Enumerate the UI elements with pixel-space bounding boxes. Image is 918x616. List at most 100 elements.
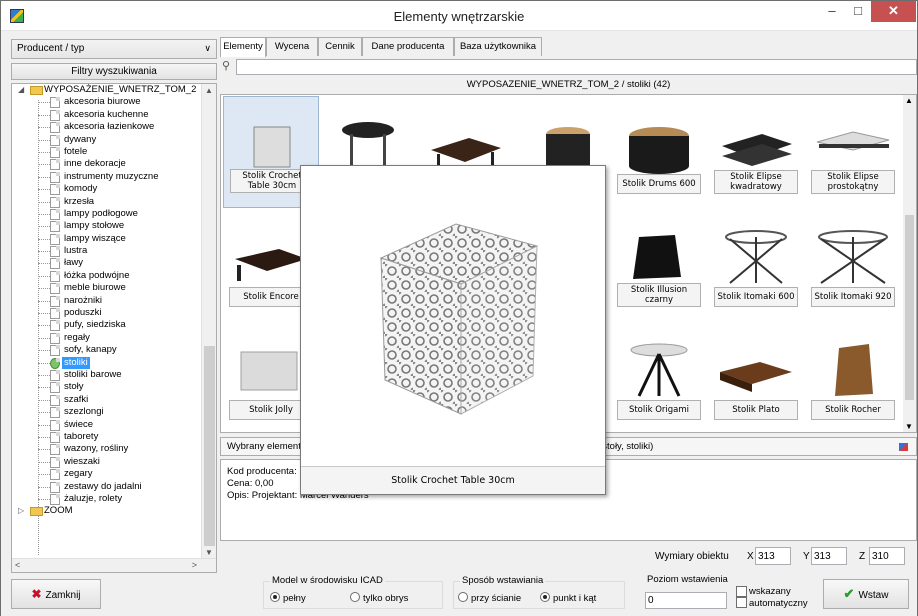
tree-vertical-scrollbar[interactable]: ▲ ▼: [201, 84, 216, 559]
tree-item[interactable]: fotele: [12, 146, 202, 158]
model-outline-radio[interactable]: tylko obrys: [350, 592, 408, 604]
tree-item[interactable]: inne dekoracje: [12, 158, 202, 171]
scroll-down-icon[interactable]: ▼: [205, 548, 213, 557]
tab-wycena[interactable]: Wycena: [266, 37, 318, 56]
tree-item-label: krzesła: [64, 195, 95, 207]
tree-item[interactable]: stoliki: [12, 356, 202, 369]
scroll-up-icon[interactable]: ▲: [905, 96, 913, 105]
grid-item[interactable]: Stolik Elipse kwadratowy: [708, 96, 804, 208]
tree-item-label: ławy: [64, 257, 84, 269]
insert-point-angle-label: punkt i kąt: [553, 593, 597, 604]
producer-type-combo[interactable]: Producent / typ ∨: [11, 39, 217, 59]
y-label: Y: [803, 551, 810, 562]
grid-scrollbar[interactable]: ▲ ▼: [903, 95, 916, 432]
tree-item[interactable]: lampy podłogowe: [12, 208, 202, 220]
tree-connector: [38, 449, 50, 451]
tree-item[interactable]: sofy, kanapy: [12, 344, 202, 357]
tree-item[interactable]: akcesoria biurowe: [12, 96, 202, 109]
tree-item[interactable]: stoły: [12, 381, 202, 394]
tab-elementy[interactable]: Elementy: [220, 37, 266, 57]
model-full-radio[interactable]: pełny: [270, 592, 306, 604]
search-filters-button[interactable]: Filtry wyszukiwania: [11, 63, 217, 80]
dim-x-input[interactable]: [755, 547, 791, 565]
tree-item[interactable]: dywany: [12, 134, 202, 146]
tree-item[interactable]: narożniki: [12, 295, 202, 307]
tree-item[interactable]: regały: [12, 332, 202, 344]
tree-item[interactable]: meble biurowe: [12, 282, 202, 295]
tree-item-label: pufy, siedziska: [64, 319, 126, 331]
tree-item[interactable]: akcesoria kuchenne: [12, 109, 202, 121]
tree-item[interactable]: ławy: [12, 257, 202, 270]
tree-item[interactable]: taborety: [12, 431, 202, 443]
tree-item-label: stoliki: [62, 356, 90, 369]
tab-cennik[interactable]: Cennik: [318, 37, 362, 56]
tree-item-label: lampy stołowe: [64, 220, 125, 232]
tree-item[interactable]: krzesła: [12, 196, 202, 208]
combo-value: Producent / typ: [17, 43, 85, 54]
insert-level-input[interactable]: [645, 592, 727, 609]
tree-item-label: zegary: [64, 468, 93, 480]
tree-item-label: akcesoria kuchenne: [64, 108, 149, 120]
tree-item-label: zestawy do jadalni: [64, 480, 142, 492]
tree-item[interactable]: łóżka podwójne: [12, 270, 202, 282]
file-icon: [50, 246, 60, 258]
grid-item[interactable]: Stolik Illusion czarny: [611, 209, 707, 321]
tree-item[interactable]: wazony, rośliny: [12, 443, 202, 456]
tree-item[interactable]: komody: [12, 183, 202, 196]
tree-root-zoom[interactable]: ▷ ZOOM: [12, 505, 202, 517]
tree-item[interactable]: stoliki barowe: [12, 369, 202, 381]
tree-item[interactable]: akcesoria łazienkowe: [12, 121, 202, 134]
window-title: Elementy wnętrzarskie: [393, 9, 525, 24]
grid-item[interactable]: Stolik Plato: [708, 322, 804, 432]
minimize-button[interactable]: –: [819, 1, 845, 22]
tree-item[interactable]: świece: [12, 419, 202, 431]
scroll-right-icon[interactable]: >: [192, 560, 197, 570]
category-tree[interactable]: ◢ WYPOSAŻENIE_WNETRZ_TOM_2 akcesoria biu…: [11, 83, 217, 573]
insert-wall-label: przy ścianie: [471, 593, 522, 604]
tab-baza-uzytkownika[interactable]: Baza użytkownika: [454, 37, 542, 56]
grid-item[interactable]: Stolik Rocher: [805, 322, 901, 432]
insert-level-group: Poziom wstawienia: [643, 574, 731, 611]
tree-horizontal-scrollbar[interactable]: < >: [12, 558, 216, 572]
tree-item[interactable]: szafki: [12, 394, 202, 406]
scroll-left-icon[interactable]: <: [15, 560, 20, 570]
model-group: Model w środowisku ICAD pełny tylko obry…: [263, 575, 443, 609]
grid-item[interactable]: Stolik Itomaki 600: [708, 209, 804, 321]
tree-item[interactable]: lampy wiszące: [12, 233, 202, 245]
tree-root-item[interactable]: ◢ WYPOSAŻENIE_WNETRZ_TOM_2: [12, 84, 202, 96]
tree-item-label: meble biurowe: [64, 282, 126, 294]
tree-item-label: wieszaki: [64, 455, 100, 467]
insert-point-angle-radio[interactable]: punkt i kąt: [540, 592, 596, 604]
tree-item[interactable]: zestawy do jadalni: [12, 481, 202, 493]
grid-item[interactable]: Stolik Origami: [611, 322, 707, 432]
search-input[interactable]: [236, 59, 917, 75]
tree-item[interactable]: lustra: [12, 245, 202, 258]
tree-connector: [38, 350, 50, 352]
scroll-thumb[interactable]: [905, 215, 914, 400]
scroll-thumb[interactable]: [204, 346, 215, 546]
grid-item[interactable]: Stolik Itomaki 920: [805, 209, 901, 321]
close-button[interactable]: ✖ Zamknij: [11, 579, 101, 609]
checkbox-icon[interactable]: [736, 586, 747, 597]
tree-item[interactable]: zegary: [12, 468, 202, 481]
insert-button[interactable]: ✔ Wstaw: [823, 579, 909, 609]
grid-item[interactable]: Stolik Drums 600: [611, 96, 707, 208]
checkbox-icon[interactable]: [736, 597, 747, 608]
tab-dane-producenta[interactable]: Dane producenta: [362, 37, 454, 56]
grid-item[interactable]: Stolik Elipse prostokątny: [805, 96, 901, 208]
file-icon: [50, 332, 60, 344]
dim-y-input[interactable]: [811, 547, 847, 565]
tree-item[interactable]: instrumenty muzyczne: [12, 171, 202, 183]
close-window-button[interactable]: ✕: [871, 1, 916, 22]
tree-item[interactable]: wieszaki: [12, 456, 202, 468]
scroll-up-icon[interactable]: ▲: [205, 86, 213, 95]
tree-item[interactable]: szezlongi: [12, 406, 202, 419]
tree-item[interactable]: poduszki: [12, 307, 202, 320]
maximize-button[interactable]: □: [845, 1, 871, 22]
insert-wall-radio[interactable]: przy ścianie: [458, 592, 521, 604]
tree-item[interactable]: żaluzje, rolety: [12, 493, 202, 505]
scroll-down-icon[interactable]: ▼: [905, 422, 913, 431]
tree-item[interactable]: lampy stołowe: [12, 220, 202, 233]
dim-z-input[interactable]: [869, 547, 905, 565]
tree-item[interactable]: pufy, siedziska: [12, 319, 202, 332]
